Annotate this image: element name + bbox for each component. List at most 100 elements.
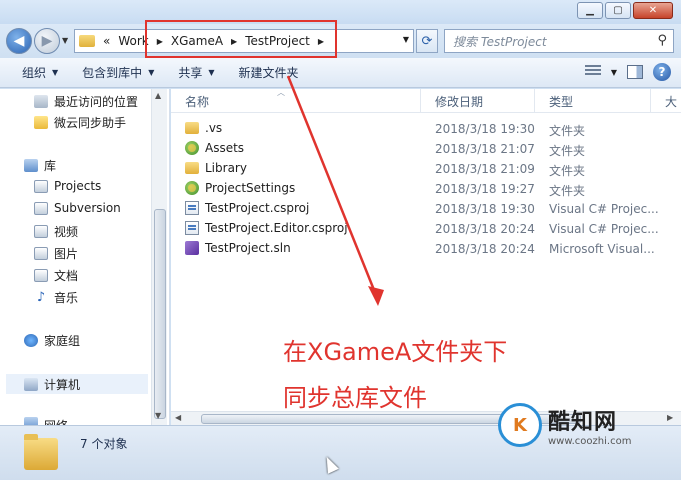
pictures-icon bbox=[34, 247, 48, 260]
watermark-text: 酷知网 www.coozhi.com bbox=[548, 404, 631, 447]
share-label: 共享 bbox=[178, 66, 203, 80]
video-icon bbox=[34, 225, 48, 238]
column-header-name[interactable]: 名称 bbox=[171, 89, 421, 113]
library-icon bbox=[24, 159, 38, 172]
column-header-type[interactable]: 类型 bbox=[535, 89, 651, 113]
nav-item-label: Projects bbox=[54, 179, 102, 193]
window-titlebar: ▁ ▢ ✕ bbox=[0, 0, 681, 24]
file-type: Visual C# Projec... bbox=[549, 202, 659, 216]
nav-item-subversion[interactable]: Subversion bbox=[34, 201, 121, 215]
nav-item-computer[interactable]: 计算机 bbox=[6, 374, 148, 394]
file-date: 2018/3/18 21:09 bbox=[435, 162, 535, 176]
folder-large-icon bbox=[24, 434, 58, 470]
file-date: 2018/3/18 19:27 bbox=[435, 182, 535, 196]
nav-item-pictures[interactable]: 图片 bbox=[34, 245, 78, 262]
nav-item-cloud-sync[interactable]: 微云同步助手 bbox=[34, 114, 126, 131]
folder-icon bbox=[185, 122, 199, 134]
breadcrumb-testproject[interactable]: TestProject bbox=[245, 34, 310, 48]
share-button[interactable]: 共享 ▼ bbox=[166, 61, 226, 85]
nav-item-homegroup[interactable]: 家庭组 bbox=[24, 332, 80, 349]
nav-item-library[interactable]: 库 bbox=[24, 157, 56, 174]
file-name: Assets bbox=[205, 141, 245, 155]
scroll-up-icon[interactable]: ▲ bbox=[155, 91, 161, 100]
navpane-scroll-thumb[interactable] bbox=[154, 209, 166, 419]
close-button[interactable]: ✕ bbox=[633, 2, 673, 19]
navigation-pane: 最近访问的位置 微云同步助手 库 Projects Subversion 视频 … bbox=[0, 89, 170, 425]
recent-pages-dropdown[interactable]: ▼ bbox=[62, 36, 68, 45]
unity-folder-icon bbox=[185, 181, 199, 195]
scroll-right-icon[interactable]: ▶ bbox=[667, 413, 673, 422]
nav-item-network[interactable]: 网络 bbox=[24, 417, 68, 425]
forward-button[interactable]: ▶ bbox=[34, 28, 60, 54]
nav-item-label: 最近访问的位置 bbox=[54, 95, 139, 109]
address-history-dropdown[interactable]: ▼ bbox=[403, 35, 409, 44]
breadcrumb-overflow[interactable]: « bbox=[103, 34, 110, 48]
nav-item-projects[interactable]: Projects bbox=[34, 179, 101, 193]
search-input[interactable]: 搜索 TestProject ⚲ bbox=[444, 29, 674, 53]
chevron-right-icon[interactable]: ▶ bbox=[231, 37, 237, 46]
include-in-library-label: 包含到库中 bbox=[82, 66, 143, 80]
file-row[interactable]: TestProject.sln 2018/3/18 20:24 Microsof… bbox=[171, 239, 681, 259]
nav-item-video[interactable]: 视频 bbox=[34, 223, 78, 240]
chevron-down-icon: ▼ bbox=[148, 68, 155, 77]
nav-item-label: 库 bbox=[44, 159, 57, 173]
file-row[interactable]: TestProject.Editor.csproj 2018/3/18 20:2… bbox=[171, 219, 681, 239]
file-date: 2018/3/18 21:07 bbox=[435, 142, 535, 156]
new-folder-label: 新建文件夹 bbox=[238, 66, 299, 80]
csproj-icon bbox=[185, 201, 199, 215]
new-folder-button[interactable]: 新建文件夹 bbox=[227, 61, 311, 85]
organize-button[interactable]: 组织 ▼ bbox=[10, 61, 70, 85]
include-in-library-button[interactable]: 包含到库中 ▼ bbox=[70, 61, 166, 85]
file-row[interactable]: ProjectSettings 2018/3/18 19:27 文件夹 bbox=[171, 179, 681, 199]
column-header-size[interactable]: 大 bbox=[651, 89, 681, 113]
breadcrumb-work[interactable]: Work bbox=[118, 34, 148, 48]
chevron-right-icon[interactable]: ▶ bbox=[157, 37, 163, 46]
nav-item-label: Subversion bbox=[54, 201, 121, 215]
preview-pane-icon[interactable] bbox=[627, 65, 643, 79]
address-bar[interactable]: « Work ▶ XGameA ▶ TestProject ▶ ▼ bbox=[74, 29, 414, 53]
toolbar-right: ▼ ? bbox=[584, 63, 671, 81]
csproj-icon bbox=[185, 221, 199, 235]
nav-item-music[interactable]: ♪ 音乐 bbox=[34, 289, 78, 306]
library-folder-icon bbox=[34, 179, 48, 193]
scroll-down-icon[interactable]: ▼ bbox=[155, 411, 161, 420]
breadcrumb-xgamea[interactable]: XGameA bbox=[171, 34, 223, 48]
refresh-button[interactable]: ⟳ bbox=[416, 29, 438, 53]
nav-item-label: 图片 bbox=[54, 247, 79, 261]
computer-icon bbox=[24, 377, 38, 391]
file-row[interactable]: .vs 2018/3/18 19:30 文件夹 bbox=[171, 119, 681, 139]
scroll-left-icon[interactable]: ◀ bbox=[175, 413, 181, 422]
help-icon[interactable]: ? bbox=[653, 63, 671, 81]
nav-item-label: 微云同步助手 bbox=[54, 116, 127, 130]
view-options-icon[interactable] bbox=[584, 65, 601, 79]
nav-item-recent[interactable]: 最近访问的位置 bbox=[34, 93, 138, 110]
file-name: TestProject.Editor.csproj bbox=[205, 221, 348, 235]
file-name: Library bbox=[205, 161, 247, 175]
watermark: K 酷知网 www.coozhi.com bbox=[498, 395, 658, 455]
column-header-date[interactable]: 修改日期 bbox=[421, 89, 535, 113]
file-row[interactable]: Library 2018/3/18 21:09 文件夹 bbox=[171, 159, 681, 179]
navpane-scrollbar[interactable]: ▲ ▼ bbox=[151, 89, 167, 425]
item-count: 7 个对象 bbox=[80, 437, 128, 451]
back-button[interactable]: ◀ bbox=[6, 28, 32, 54]
nav-item-label: 网络 bbox=[44, 417, 68, 425]
file-row[interactable]: TestProject.csproj 2018/3/18 19:30 Visua… bbox=[171, 199, 681, 219]
nav-item-documents[interactable]: 文档 bbox=[34, 267, 78, 284]
chevron-down-icon[interactable]: ▼ bbox=[611, 68, 617, 77]
minimize-button[interactable]: ▁ bbox=[577, 2, 603, 19]
maximize-button[interactable]: ▢ bbox=[605, 2, 631, 19]
chevron-right-icon[interactable]: ▶ bbox=[318, 37, 324, 46]
file-date: 2018/3/18 19:30 bbox=[435, 122, 535, 136]
organize-label: 组织 bbox=[22, 66, 47, 80]
file-row[interactable]: Assets 2018/3/18 21:07 文件夹 bbox=[171, 139, 681, 159]
nav-item-label: 计算机 bbox=[44, 377, 81, 392]
music-icon: ♪ bbox=[36, 290, 46, 305]
file-type: Visual C# Projec... bbox=[549, 222, 659, 236]
file-name: TestProject.csproj bbox=[205, 201, 310, 215]
watermark-url: www.coozhi.com bbox=[548, 435, 632, 447]
file-list: ︿ 名称 修改日期 类型 大 .vs 2018/3/18 19:30 文件夹 A… bbox=[171, 88, 681, 425]
search-icon[interactable]: ⚲ bbox=[657, 33, 667, 48]
column-header-row: ︿ 名称 修改日期 类型 大 bbox=[171, 88, 681, 113]
file-name: ProjectSettings bbox=[205, 181, 296, 195]
watermark-logo-icon: K bbox=[498, 403, 542, 447]
